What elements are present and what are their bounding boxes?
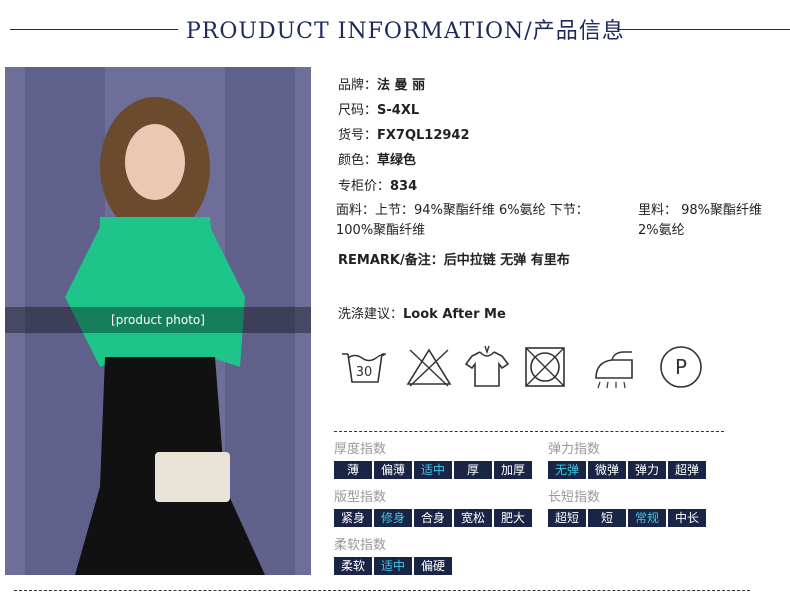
index-divider-top xyxy=(334,431,724,432)
photo-placeholder-label: [product photo] xyxy=(5,307,311,333)
header-divider-left xyxy=(10,29,178,30)
length-option: 短 xyxy=(588,509,626,527)
fit-option: 修身 xyxy=(374,509,412,527)
fit-option: 宽松 xyxy=(454,509,492,527)
no-tumble-dry-icon xyxy=(525,347,565,387)
softness-option: 适中 xyxy=(374,557,412,575)
thickness-option: 厚 xyxy=(454,461,492,479)
size-key: 尺码： xyxy=(338,103,378,118)
color-row: 颜色：草绿色 xyxy=(338,149,416,168)
dry-clean-p-icon: P xyxy=(660,346,702,388)
fit-label: 版型指数 xyxy=(334,490,387,505)
softness-options: 柔软 适中 偏硬 xyxy=(334,557,452,575)
length-option: 中长 xyxy=(668,509,706,527)
color-value: 草绿色 xyxy=(377,153,417,168)
fit-options: 紧身 修身 合身 宽松 肥大 xyxy=(334,509,532,527)
wash-value: Look After Me xyxy=(403,307,506,322)
length-option: 超短 xyxy=(548,509,586,527)
wash-30-icon: 30 xyxy=(342,353,386,383)
elasticity-option: 弹力 xyxy=(628,461,666,479)
thickness-option: 适中 xyxy=(414,461,452,479)
fit-option: 合身 xyxy=(414,509,452,527)
brand-row: 品牌：法 曼 丽 xyxy=(338,74,425,93)
size-row: 尺码：S-4XL xyxy=(338,99,419,118)
dry-clean-letter: P xyxy=(675,355,687,379)
section-header: PROUDUCT INFORMATION/产品信息 xyxy=(0,0,790,60)
length-option: 常规 xyxy=(628,509,666,527)
hang-dry-icon xyxy=(464,345,510,387)
elasticity-option: 无弹 xyxy=(548,461,586,479)
size-value: S-4XL xyxy=(377,103,420,118)
softness-option: 柔软 xyxy=(334,557,372,575)
lining-line-2: 2%氨纶 xyxy=(638,223,685,238)
length-options: 超短 短 常规 中长 xyxy=(548,509,706,527)
brand-value: 法 曼 丽 xyxy=(377,78,426,93)
elasticity-options: 无弹 微弹 弹力 超弹 xyxy=(548,461,706,479)
wash-key: 洗涤建议： xyxy=(338,307,404,322)
brand-key: 品牌： xyxy=(338,78,378,93)
fit-option: 肥大 xyxy=(494,509,532,527)
low-iron-icon xyxy=(595,351,633,389)
price-key: 专柜价： xyxy=(338,179,391,194)
sku-value: FX7QL12942 xyxy=(377,128,470,143)
no-bleach-icon xyxy=(406,348,452,387)
thickness-label: 厚度指数 xyxy=(334,442,387,457)
thickness-option: 加厚 xyxy=(494,461,532,479)
fabric-info: 面料：上节：94%聚酯纤维 6%氨纶 下节： 100%聚酯纤维 xyxy=(336,201,616,241)
product-photo: [product photo] xyxy=(5,67,311,575)
care-icons: 30 P xyxy=(338,342,718,392)
lining-info: 里料： 98%聚酯纤维 2%氨纶 xyxy=(638,201,788,241)
color-key: 颜色： xyxy=(338,153,378,168)
sku-row: 货号：FX7QL12942 xyxy=(338,124,470,143)
header-divider-right xyxy=(617,29,790,30)
softness-option: 偏硬 xyxy=(414,557,452,575)
elasticity-label: 弹力指数 xyxy=(548,442,601,457)
thickness-option: 薄 xyxy=(334,461,372,479)
sku-key: 货号： xyxy=(338,128,378,143)
price-row: 专柜价：834 xyxy=(338,175,417,194)
length-label: 长短指数 xyxy=(548,490,601,505)
wash-temp-text: 30 xyxy=(356,365,373,380)
fit-option: 紧身 xyxy=(334,509,372,527)
fabric-line-2: 100%聚酯纤维 xyxy=(336,223,426,238)
price-value: 834 xyxy=(390,179,418,194)
elasticity-option: 微弹 xyxy=(588,461,626,479)
remark-row: REMARK/备注：后中拉链 无弹 有里布 xyxy=(338,253,570,268)
thickness-option: 偏薄 xyxy=(374,461,412,479)
section-title: PROUDUCT INFORMATION/产品信息 xyxy=(186,19,625,44)
softness-label: 柔软指数 xyxy=(334,538,387,553)
page-divider-bottom xyxy=(14,590,750,591)
thickness-options: 薄 偏薄 适中 厚 加厚 xyxy=(334,461,532,479)
fabric-line-1: 面料：上节：94%聚酯纤维 6%氨纶 下节： xyxy=(336,203,589,218)
elasticity-option: 超弹 xyxy=(668,461,706,479)
wash-row: 洗涤建议：Look After Me xyxy=(338,303,506,322)
lining-line-1: 里料： 98%聚酯纤维 xyxy=(638,203,763,218)
